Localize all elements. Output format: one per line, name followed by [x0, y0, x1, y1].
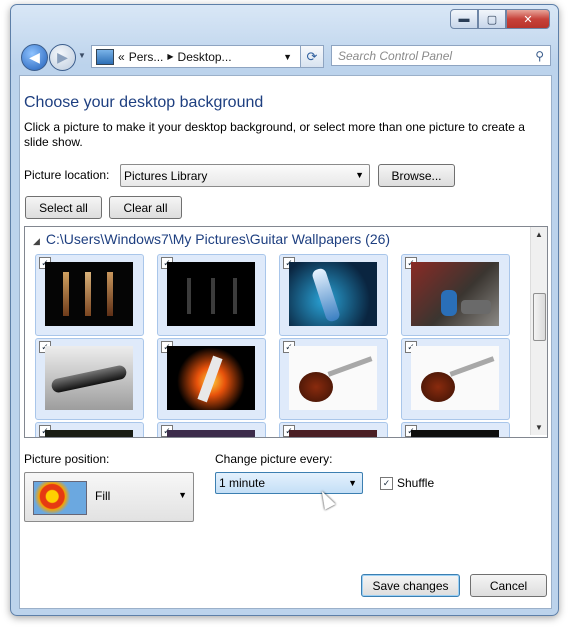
scroll-up-icon[interactable]: ▲ — [535, 230, 543, 239]
minimize-button[interactable]: ▬ — [450, 9, 478, 29]
guitar-wallpaper-9 — [45, 430, 133, 437]
picture-location-select[interactable]: Pictures Library ▼ — [120, 164, 370, 187]
wallpaper-tile[interactable]: ✓ — [279, 254, 388, 336]
address-bar[interactable]: « Pers... ▶ Desktop... ▼ — [91, 45, 301, 68]
clear-all-button[interactable]: Clear all — [109, 196, 182, 219]
guitar-wallpaper-2 — [167, 262, 255, 326]
refresh-button[interactable]: ⟳ — [300, 45, 324, 68]
recent-pages-dropdown[interactable]: ▼ — [78, 51, 86, 60]
caption-buttons: ▬ ▢ ✕ — [450, 9, 550, 29]
picture-location-label: Picture location: — [24, 168, 110, 182]
page-title: Choose your desktop background — [24, 94, 264, 111]
maximize-button[interactable]: ▢ — [478, 9, 506, 29]
wallpaper-tile[interactable]: ✓ — [401, 254, 510, 336]
scrollbar-thumb[interactable] — [533, 293, 546, 341]
breadcrumb-desktop[interactable]: Desktop... — [178, 50, 232, 64]
address-dropdown-icon[interactable]: ▼ — [283, 52, 292, 62]
forward-button[interactable]: ▶ — [49, 44, 76, 71]
guitar-wallpaper-5 — [45, 346, 133, 410]
wallpaper-tile[interactable]: ✓ — [157, 338, 266, 420]
guitar-wallpaper-4 — [411, 262, 499, 326]
gallery-scrollbar[interactable]: ▲ ▼ — [530, 227, 547, 435]
content-area: Choose your desktop background Click a p… — [19, 75, 552, 609]
picture-position-value: Fill — [95, 489, 111, 503]
scroll-down-icon[interactable]: ▼ — [535, 423, 543, 432]
guitar-wallpaper-3 — [289, 262, 377, 326]
breadcrumb-overflow[interactable]: « — [118, 50, 125, 64]
guitar-wallpaper-1 — [45, 262, 133, 326]
control-panel-window: ▬ ▢ ✕ ◀ ▶ ▼ « Pers... ▶ Desktop... ▼ ⟳ S… — [10, 4, 559, 616]
guitar-wallpaper-10 — [167, 430, 255, 437]
wallpaper-tile[interactable]: ✓ — [157, 254, 266, 336]
wallpaper-tile[interactable]: ✓ — [401, 422, 510, 437]
chevron-down-icon: ▼ — [348, 478, 357, 488]
wallpaper-tile[interactable]: ✓ — [35, 338, 144, 420]
guitar-wallpaper-11 — [289, 430, 377, 437]
folder-group-header[interactable]: ◢ C:\Users\Windows7\My Pictures\Guitar Wa… — [33, 231, 390, 247]
guitar-wallpaper-7 — [289, 346, 377, 410]
change-picture-label: Change picture every: — [215, 452, 333, 466]
picture-location-value: Pictures Library — [124, 168, 208, 183]
save-changes-button[interactable]: Save changes — [361, 574, 460, 597]
cancel-button[interactable]: Cancel — [470, 574, 547, 597]
wallpaper-tile[interactable]: ✓ — [157, 422, 266, 437]
change-picture-interval-select[interactable]: 1 minute ▼ — [215, 472, 363, 494]
wallpaper-tile[interactable]: ✓ — [35, 254, 144, 336]
chevron-down-icon: ▼ — [355, 170, 364, 180]
folder-path: C:\Users\Windows7\My Pictures\Guitar Wal… — [45, 231, 391, 247]
flower-preview-icon — [33, 481, 87, 515]
wallpaper-tile[interactable]: ✓ — [35, 422, 144, 437]
picture-position-label: Picture position: — [24, 452, 110, 466]
collapse-icon[interactable]: ◢ — [33, 236, 40, 246]
shuffle-option[interactable]: ✓ Shuffle — [380, 476, 434, 490]
picture-position-select[interactable]: Fill ▼ — [24, 472, 194, 522]
change-picture-value: 1 minute — [219, 476, 266, 490]
chevron-right-icon: ▶ — [167, 52, 174, 61]
browse-button[interactable]: Browse... — [378, 164, 455, 187]
wallpaper-tile[interactable]: ✓ — [401, 338, 510, 420]
guitar-wallpaper-12 — [411, 430, 499, 437]
back-button[interactable]: ◀ — [21, 44, 48, 71]
shuffle-label: Shuffle — [397, 476, 435, 490]
search-placeholder: Search Control Panel — [338, 48, 453, 63]
breadcrumb-personalization[interactable]: Pers... — [129, 50, 164, 64]
select-all-button[interactable]: Select all — [25, 196, 102, 219]
navigation-bar: ◀ ▶ ▼ « Pers... ▶ Desktop... ▼ ⟳ Search … — [19, 43, 551, 71]
wallpaper-tile[interactable]: ✓ — [279, 338, 388, 420]
wallpaper-tile[interactable]: ✓ — [279, 422, 388, 437]
guitar-wallpaper-8 — [411, 346, 499, 410]
page-description: Click a picture to make it your desktop … — [24, 120, 525, 149]
picture-gallery: ◢ C:\Users\Windows7\My Pictures\Guitar Wa… — [24, 226, 548, 438]
guitar-wallpaper-6 — [167, 346, 255, 410]
close-button[interactable]: ✕ — [506, 9, 550, 29]
search-input[interactable]: Search Control Panel ⚲ — [331, 45, 551, 66]
search-icon[interactable]: ⚲ — [535, 49, 544, 63]
control-panel-icon — [96, 48, 114, 65]
shuffle-checkbox[interactable]: ✓ — [380, 476, 393, 490]
chevron-down-icon: ▼ — [178, 490, 187, 500]
